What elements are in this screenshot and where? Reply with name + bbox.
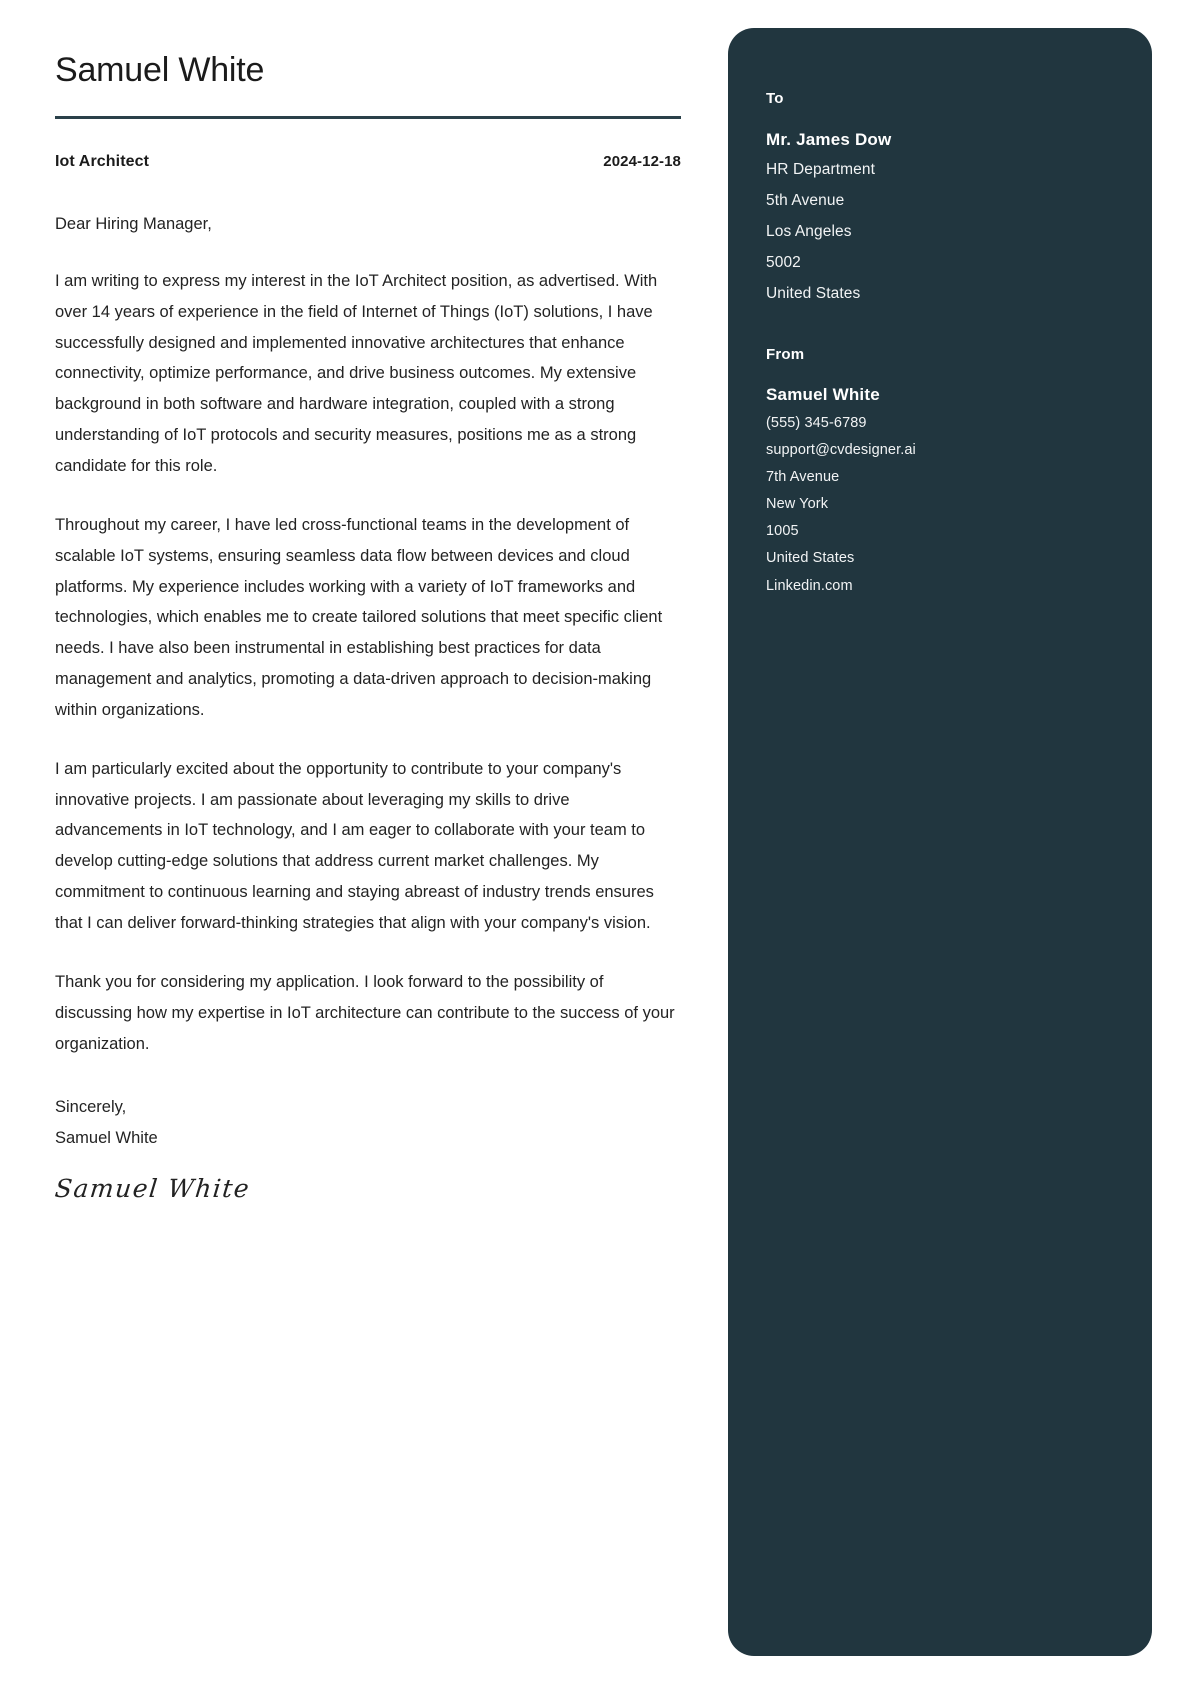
recipient-address-line: Los Angeles (766, 222, 852, 240)
salutation: Dear Hiring Manager, (55, 215, 212, 234)
letter-meta-row: Iot Architect 2024-12-18 (55, 153, 681, 171)
signature: Samuel White (53, 1174, 252, 1204)
header-divider (55, 116, 681, 120)
closing-salutation: Sincerely, (55, 1098, 127, 1117)
page-title: Samuel White (55, 51, 265, 89)
sender-block: From Samuel White (555) 345-6789 support… (766, 346, 1152, 600)
letter-paragraph: I am writing to express my interest in t… (55, 271, 658, 476)
sender-phone: (555) 345-6789 (766, 414, 867, 431)
recipient-address-line: United States (766, 284, 861, 302)
sender-address-line: United States (766, 550, 855, 567)
letter-body: Samuel White Iot Architect 2024-12-18 De… (53, 51, 681, 1204)
sender-address-line: 1005 (766, 523, 799, 540)
closing-block: Sincerely, Samuel White (55, 1092, 681, 1154)
letter-date: 2024-12-18 (603, 153, 681, 171)
sender-address-line: 7th Avenue (766, 469, 840, 486)
recipient-address-line: HR Department (766, 160, 875, 178)
sender-email[interactable]: support@cvdesigner.ai (766, 437, 1152, 464)
from-heading: From (766, 345, 805, 363)
closing-name: Samuel White (55, 1129, 158, 1148)
sender-address-line: New York (766, 496, 829, 513)
letter-paragraph: Throughout my career, I have led cross-f… (55, 515, 663, 719)
recipient-address-line: 5th Avenue (766, 191, 845, 209)
sender-linkedin-link[interactable]: Linkedin.com (766, 573, 1152, 600)
cover-letter-page: Samuel White Iot Architect 2024-12-18 De… (0, 0, 1200, 1684)
recipient-address-line: 5002 (766, 253, 801, 271)
recipient-name: Mr. James Dow (766, 130, 892, 149)
letter-paragraph: I am particularly excited about the oppo… (55, 759, 654, 932)
sender-name: Samuel White (766, 384, 880, 404)
letter-paragraph: Thank you for considering my application… (55, 972, 675, 1053)
to-heading: To (766, 90, 784, 107)
contact-sidebar: To Mr. James Dow HR Department 5th Avenu… (728, 28, 1152, 1656)
job-title: Iot Architect (55, 153, 150, 171)
recipient-block: To Mr. James Dow HR Department 5th Avenu… (766, 90, 1152, 309)
